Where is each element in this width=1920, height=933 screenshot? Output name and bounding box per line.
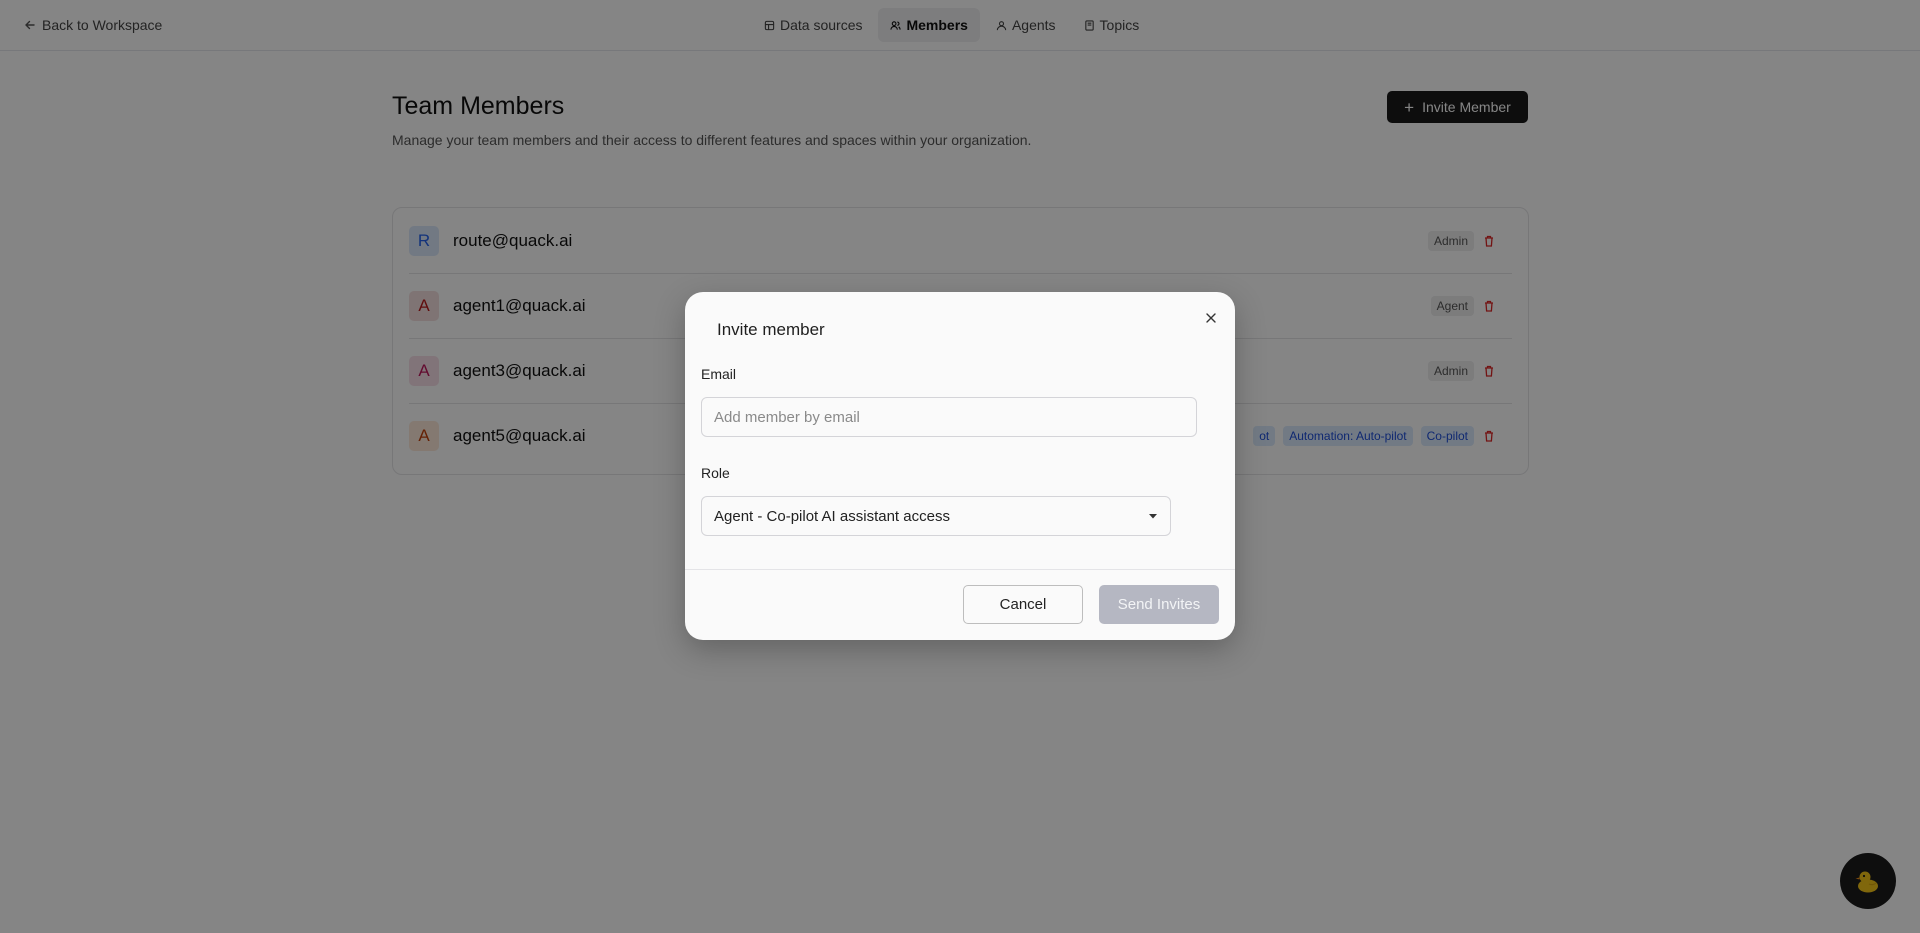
close-button[interactable] [1201, 308, 1221, 328]
cancel-button[interactable]: Cancel [963, 585, 1083, 624]
role-select-value: Agent - Co-pilot AI assistant access [714, 507, 950, 525]
email-label: Email [701, 366, 737, 382]
role-select[interactable]: Agent - Co-pilot AI assistant access [701, 496, 1171, 536]
dialog-title: Invite member [717, 320, 825, 339]
invite-member-dialog: Invite member Email Role Agent - Co-pilo… [685, 292, 1235, 640]
chevron-down-icon [1149, 514, 1157, 519]
dialog-divider [685, 569, 1235, 570]
email-field[interactable] [701, 397, 1197, 437]
send-invites-button[interactable]: Send Invites [1099, 585, 1219, 624]
role-label: Role [701, 465, 730, 481]
close-icon [1206, 313, 1216, 323]
